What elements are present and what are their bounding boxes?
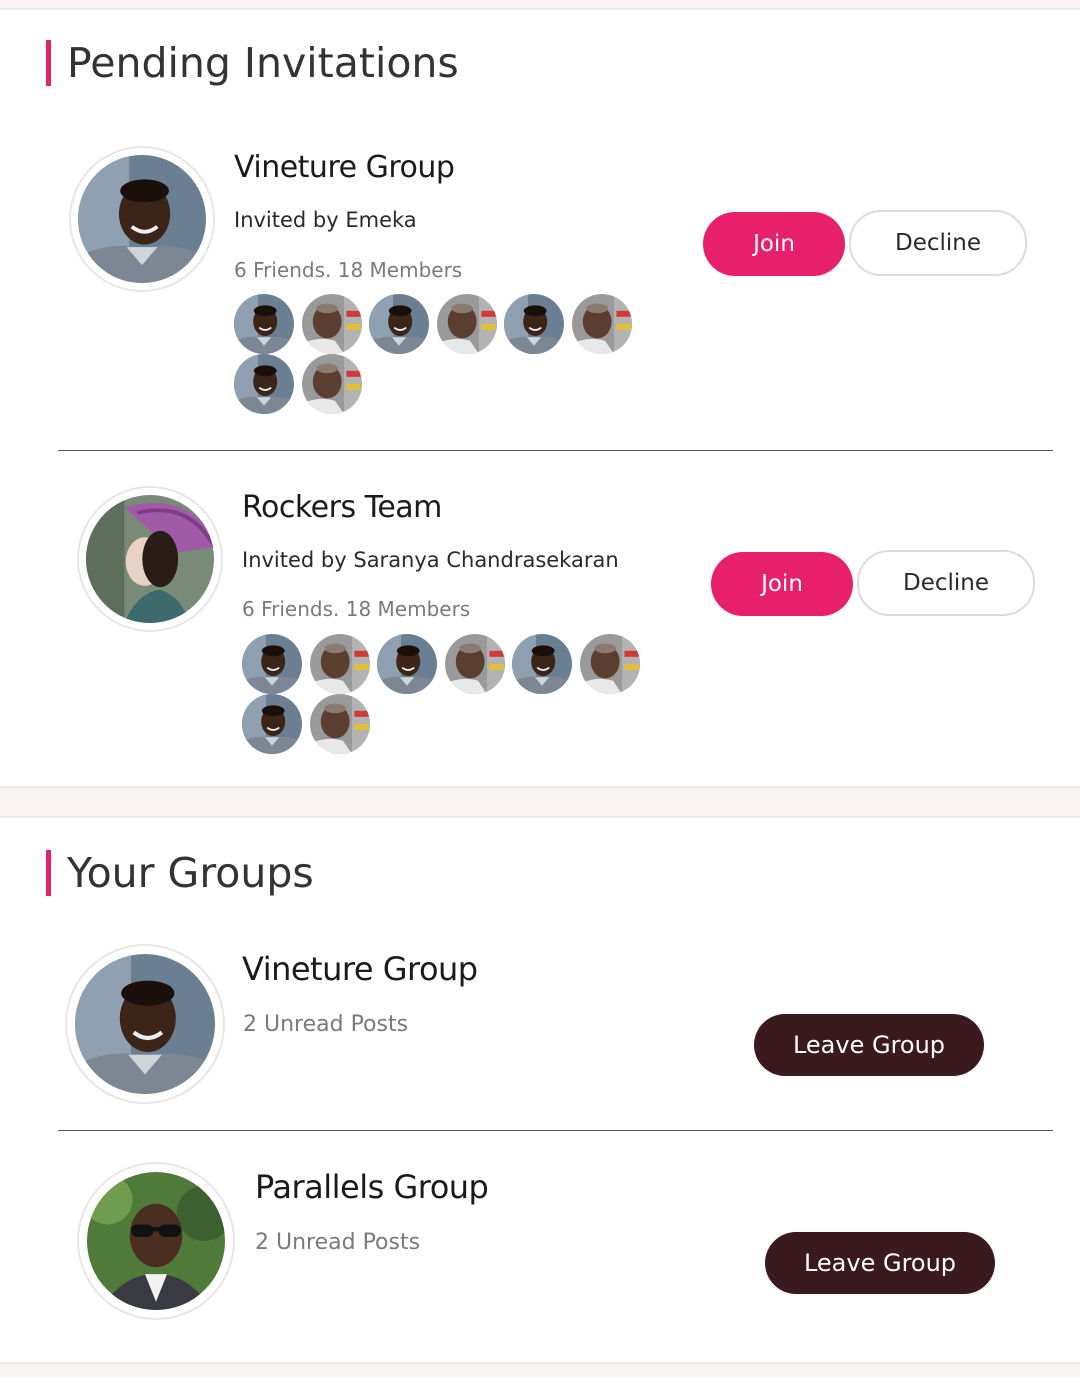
member-avatar[interactable] — [234, 294, 294, 354]
divider — [58, 450, 1053, 451]
member-avatar[interactable] — [242, 634, 302, 694]
members-count: 6 Friends. 18 Members — [234, 258, 463, 282]
man-portrait-icon — [242, 634, 302, 694]
your-groups-title: Your Groups — [46, 850, 314, 896]
man-portrait-icon — [75, 954, 215, 1094]
join-button[interactable]: Join — [711, 552, 853, 616]
divider — [58, 1130, 1053, 1131]
man-portrait-icon — [234, 294, 294, 354]
unread-posts: 2 Unread Posts — [243, 1012, 409, 1037]
your-groups-card: Your Groups Vineture Group 2 Unread Post… — [0, 816, 1080, 1364]
member-avatar[interactable] — [580, 634, 640, 694]
group-avatar[interactable] — [77, 486, 223, 632]
member-avatar[interactable] — [242, 694, 302, 754]
elder-portrait-icon — [302, 294, 362, 354]
group-name[interactable]: Vineture Group — [234, 150, 455, 185]
elder-portrait-icon — [445, 634, 505, 694]
member-avatar[interactable] — [512, 634, 572, 694]
decline-button[interactable]: Decline — [857, 550, 1035, 616]
group-name[interactable]: Vineture Group — [242, 950, 478, 988]
woman-umbrella-portrait-icon — [86, 495, 214, 623]
member-avatar[interactable] — [437, 294, 497, 354]
elder-portrait-icon — [572, 294, 632, 354]
invited-by-text: Invited by Emeka — [234, 208, 417, 232]
member-avatar[interactable] — [302, 294, 362, 354]
man-portrait-icon — [377, 634, 437, 694]
group-name[interactable]: Rockers Team — [242, 490, 442, 525]
member-avatar[interactable] — [504, 294, 564, 354]
man-sunglasses-portrait-icon — [87, 1172, 225, 1310]
decline-button[interactable]: Decline — [849, 210, 1027, 276]
member-avatar[interactable] — [445, 634, 505, 694]
man-portrait-icon — [369, 294, 429, 354]
members-count: 6 Friends. 18 Members — [242, 597, 471, 621]
member-avatars — [242, 634, 662, 764]
man-portrait-icon — [242, 694, 302, 754]
leave-group-button[interactable]: Leave Group — [754, 1014, 984, 1076]
member-avatar[interactable] — [302, 354, 362, 414]
elder-portrait-icon — [310, 634, 370, 694]
member-avatar[interactable] — [310, 694, 370, 754]
group-avatar[interactable] — [69, 146, 215, 292]
join-button[interactable]: Join — [703, 212, 845, 276]
pending-invitations-card: Pending Invitations Vineture Group Invit… — [0, 8, 1080, 788]
elder-portrait-icon — [310, 694, 370, 754]
elder-portrait-icon — [437, 294, 497, 354]
man-portrait-icon — [234, 354, 294, 414]
man-portrait-icon — [504, 294, 564, 354]
member-avatar[interactable] — [572, 294, 632, 354]
pending-invitations-title: Pending Invitations — [46, 40, 459, 86]
man-portrait-icon — [78, 155, 206, 283]
member-avatar[interactable] — [377, 634, 437, 694]
member-avatar[interactable] — [369, 294, 429, 354]
member-avatar[interactable] — [234, 354, 294, 414]
invited-by-text: Invited by Saranya Chandrasekaran — [242, 548, 619, 572]
member-avatars — [234, 294, 654, 424]
unread-posts: 2 Unread Posts — [255, 1230, 421, 1255]
leave-group-button[interactable]: Leave Group — [765, 1232, 995, 1294]
group-name[interactable]: Parallels Group — [255, 1168, 489, 1206]
group-avatar[interactable] — [77, 1162, 235, 1320]
man-portrait-icon — [512, 634, 572, 694]
elder-portrait-icon — [302, 354, 362, 414]
elder-portrait-icon — [580, 634, 640, 694]
member-avatar[interactable] — [310, 634, 370, 694]
group-avatar[interactable] — [65, 944, 225, 1104]
